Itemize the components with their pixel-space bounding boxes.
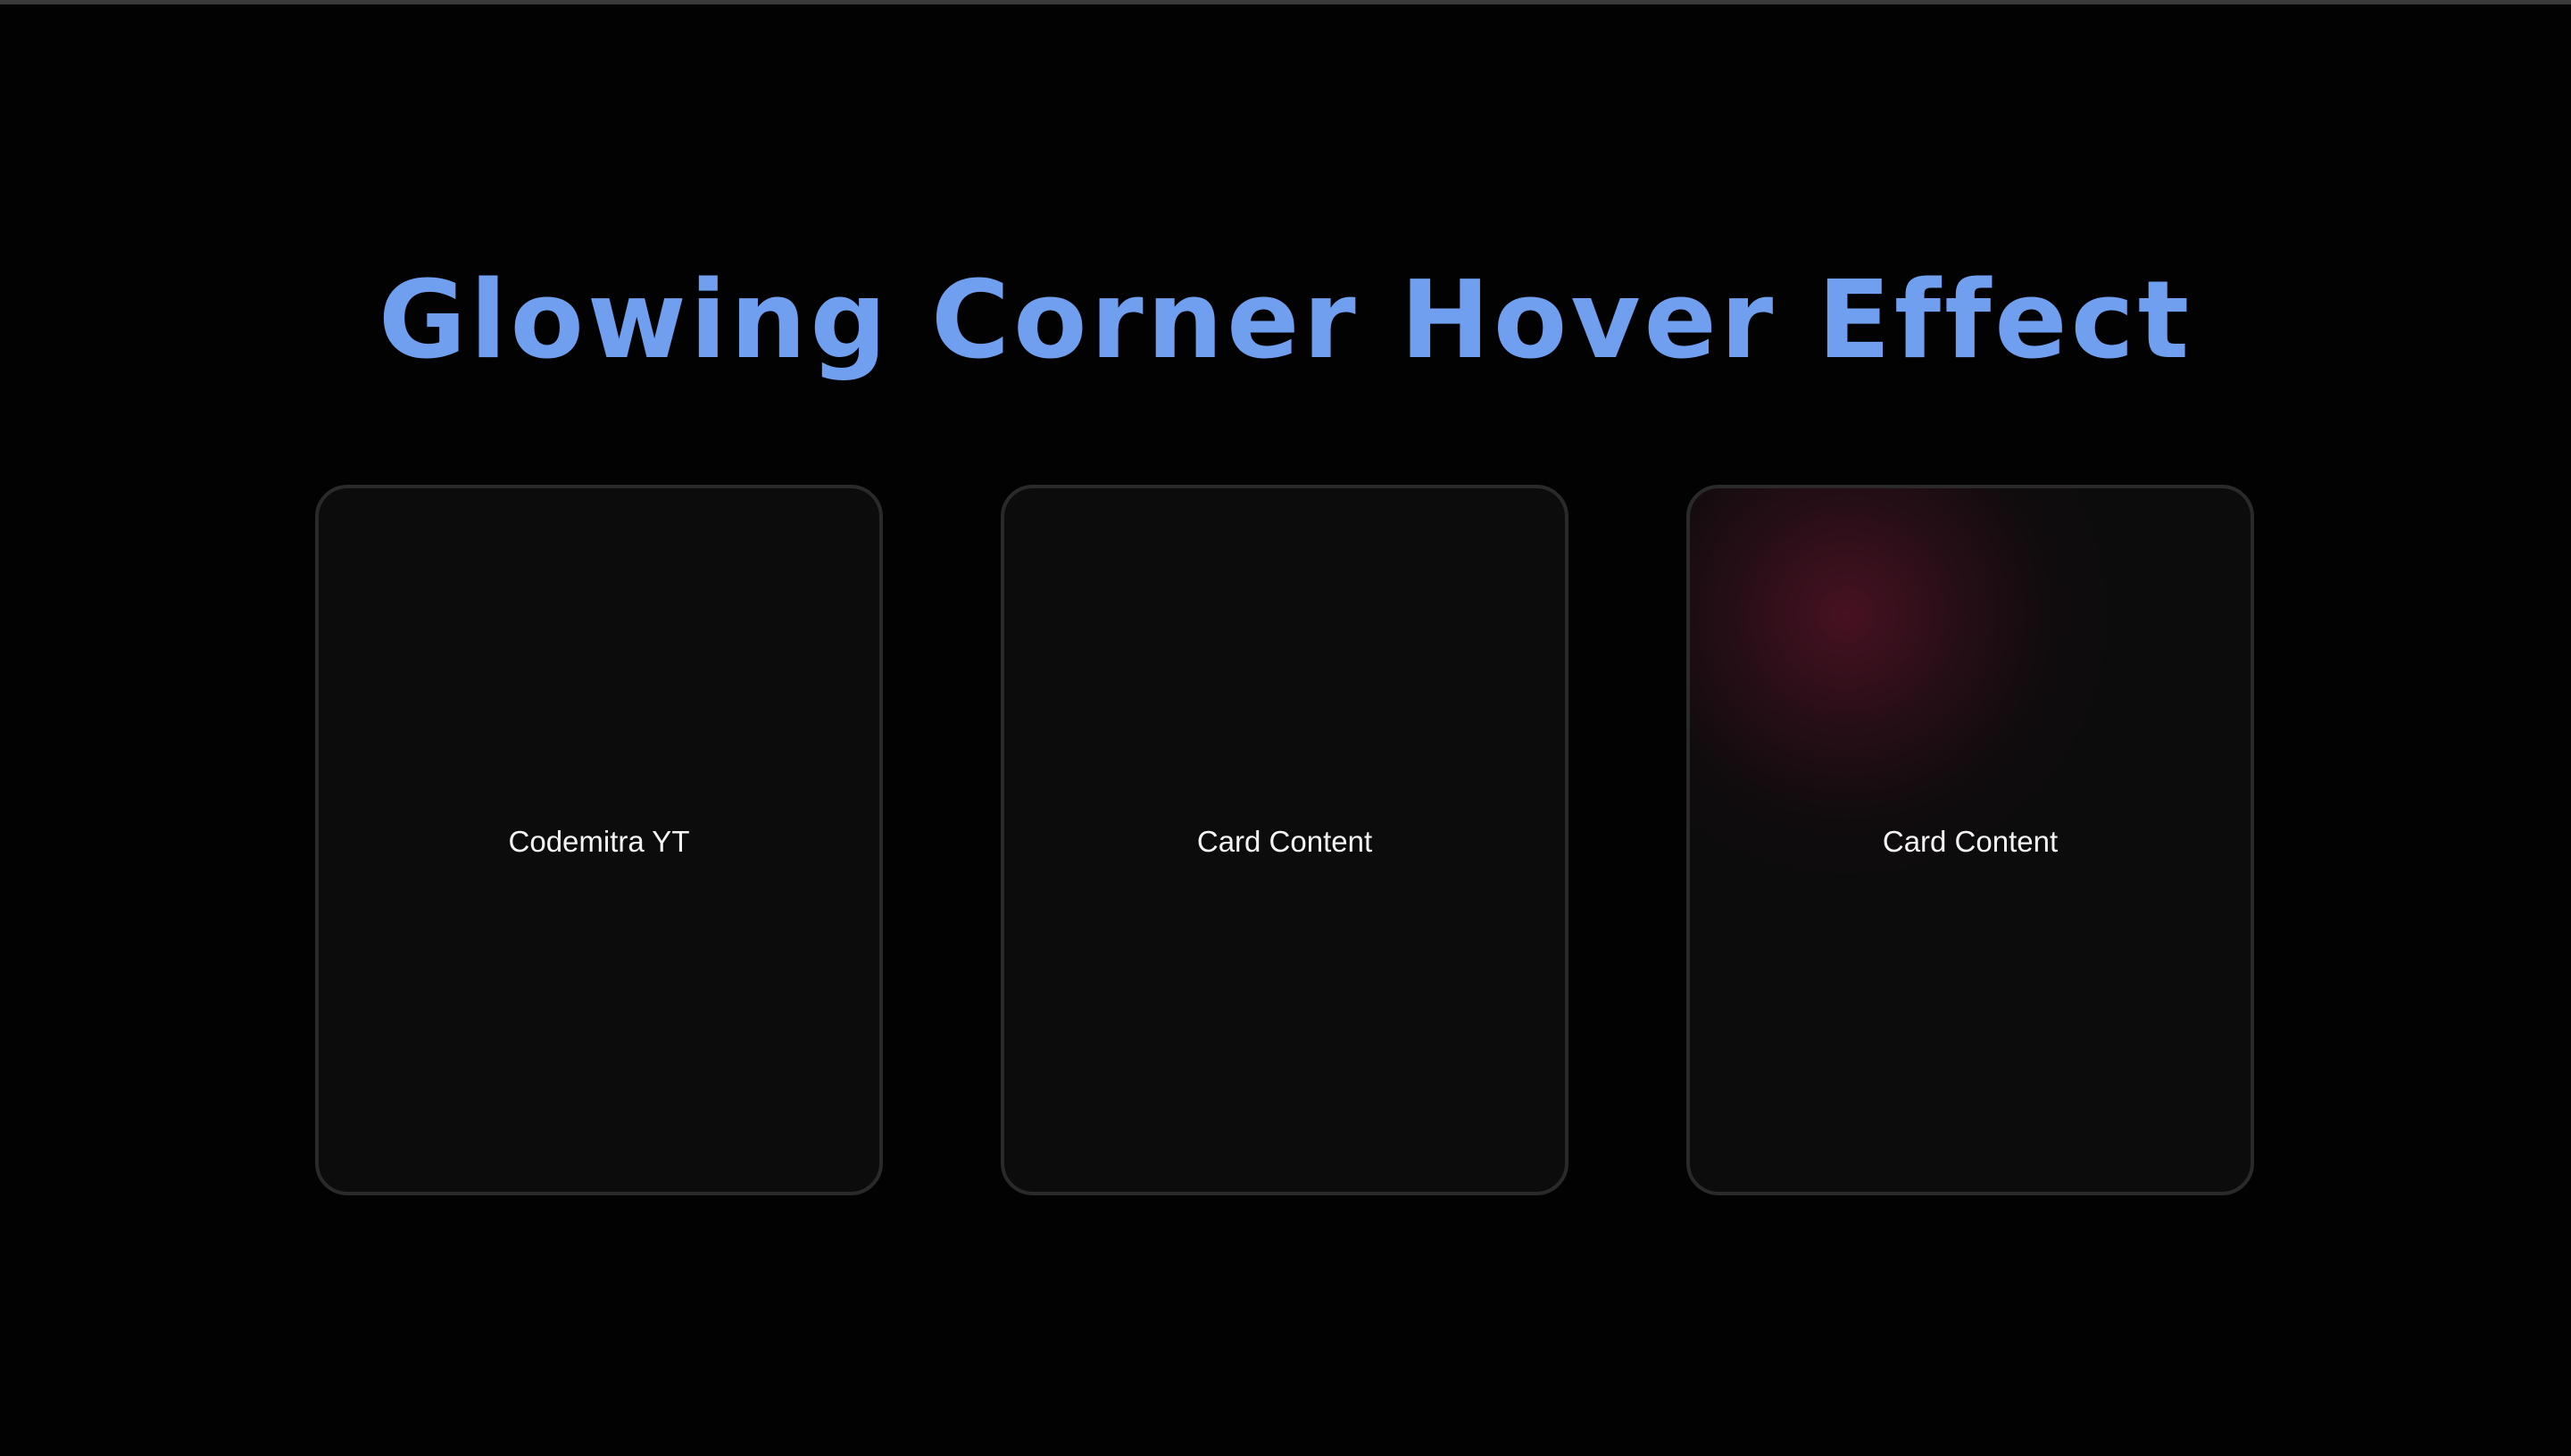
- card-content-1[interactable]: Card Content: [1001, 485, 1568, 1195]
- page: Glowing Corner Hover Effect Codemitra YT…: [0, 0, 2571, 1456]
- card-content-2-hovered[interactable]: Card Content: [1686, 485, 2254, 1195]
- page-title: Glowing Corner Hover Effect: [378, 259, 2193, 383]
- card-label: Codemitra YT: [508, 825, 690, 858]
- card-label: Card Content: [1196, 825, 1373, 858]
- card-codemitra[interactable]: Codemitra YT: [315, 485, 883, 1195]
- card-label: Card Content: [1882, 825, 2059, 858]
